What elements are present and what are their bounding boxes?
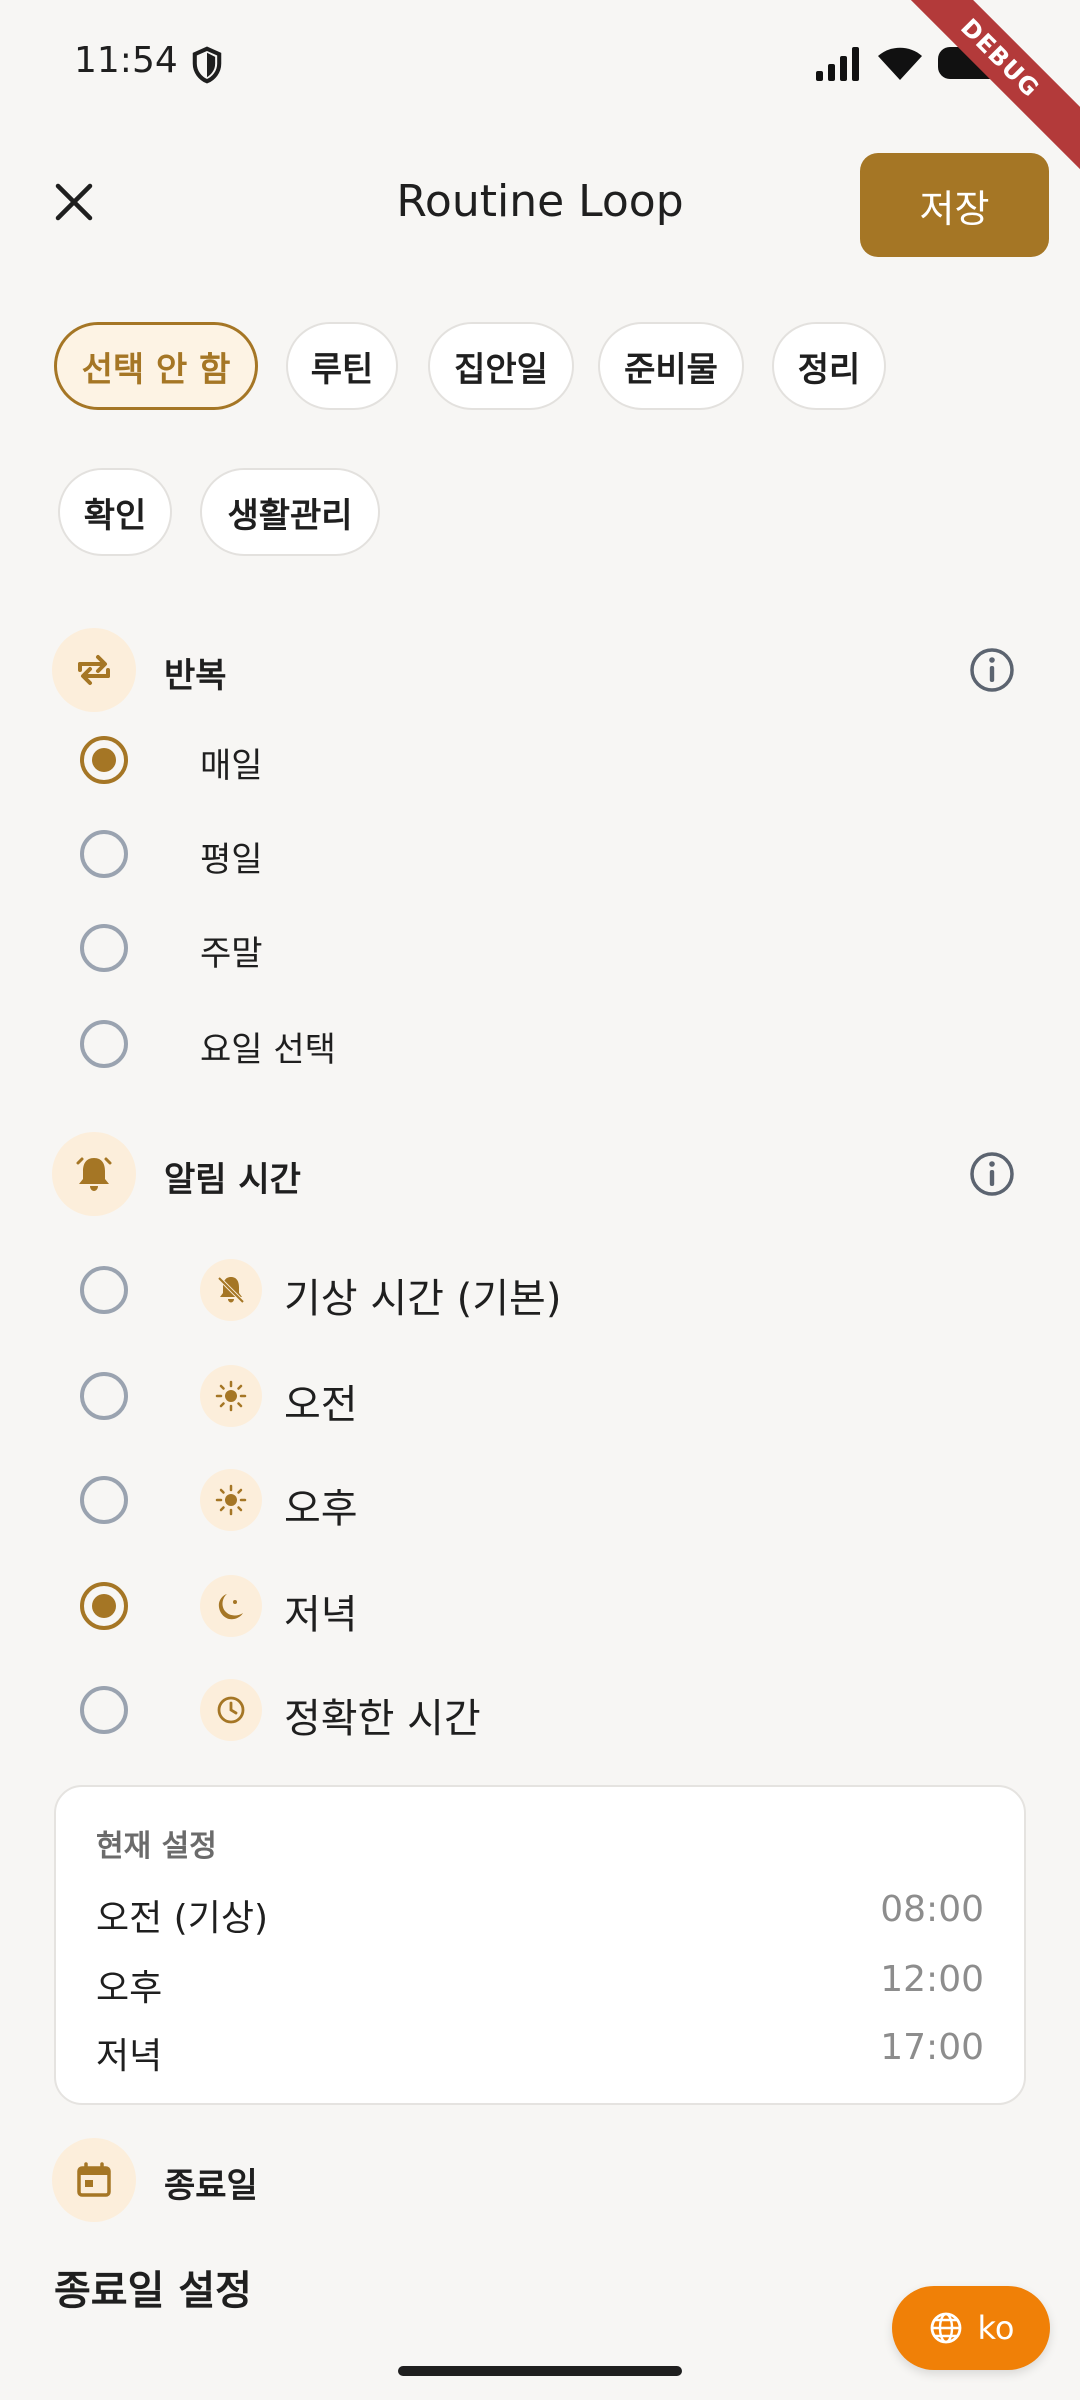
setting-row-label: 오전 (기상) — [96, 1898, 269, 1939]
language-button[interactable]: ko — [892, 2286, 1050, 2370]
calendar-icon — [77, 2162, 111, 2197]
radio-button[interactable] — [80, 1686, 128, 1734]
alarm-option-label: 저녁 — [284, 1592, 358, 1638]
alarm-option-icon — [200, 1679, 262, 1741]
repeat-option-select-days[interactable] — [80, 1020, 128, 1068]
status-time: 11:54 — [74, 40, 178, 81]
radio-button[interactable] — [80, 1476, 128, 1524]
home-indicator[interactable] — [398, 2366, 682, 2376]
alarm-option-exact-time[interactable] — [80, 1686, 128, 1734]
setting-row-label: 저녁 — [96, 2036, 163, 2077]
end-date-setting-title[interactable]: 종료일 설정 — [54, 2258, 252, 2316]
repeat-option-weekdays[interactable] — [80, 830, 128, 878]
alarm-option-afternoon[interactable] — [80, 1476, 128, 1524]
setting-row-time: 08:00 — [880, 1889, 984, 1930]
repeat-section-title: 반복 — [164, 656, 227, 696]
repeat-option-label: 매일 — [200, 746, 263, 786]
chip-life-management[interactable]: 생활관리 — [200, 468, 380, 556]
signal-icon — [816, 47, 859, 81]
shield-icon — [192, 46, 222, 84]
save-button[interactable]: 저장 — [860, 153, 1049, 257]
card-title: 현재 설정 — [96, 1829, 217, 1864]
sun-icon — [215, 1380, 247, 1412]
repeat-option-daily[interactable] — [80, 736, 128, 784]
alarm-option-label: 오전 — [284, 1382, 358, 1428]
alarm-option-icon — [200, 1365, 262, 1427]
alarm-option-label: 오후 — [284, 1486, 358, 1532]
repeat-section-icon — [52, 628, 136, 712]
chip-routine[interactable]: 루틴 — [286, 322, 398, 410]
chip-check[interactable]: 확인 — [58, 468, 172, 556]
bell-icon — [76, 1157, 112, 1191]
radio-button[interactable] — [80, 736, 128, 784]
chip-housework[interactable]: 집안일 — [428, 322, 574, 410]
setting-row-label: 오후 — [96, 1968, 163, 2009]
alarm-section-title: 알림 시간 — [164, 1160, 301, 1200]
radio-button[interactable] — [80, 1372, 128, 1420]
moon-icon — [218, 1594, 243, 1620]
radio-button[interactable] — [80, 1020, 128, 1068]
end-date-section-title: 종료일 — [164, 2166, 258, 2206]
repeat-option-label: 주말 — [200, 934, 263, 974]
end-date-section-icon — [52, 2138, 136, 2222]
bell-off-icon — [217, 1276, 245, 1304]
repeat-option-label: 평일 — [200, 840, 263, 880]
radio-button[interactable] — [80, 830, 128, 878]
alarm-option-icon — [200, 1575, 262, 1637]
setting-row-time: 17:00 — [880, 2027, 984, 2068]
repeat-option-weekend[interactable] — [80, 924, 128, 972]
alarm-option-label: 정확한 시간 — [284, 1696, 481, 1742]
radio-button[interactable] — [80, 1582, 128, 1630]
current-settings-card: 현재 설정 오전 (기상) 08:00 오후 12:00 저녁 17:00 — [54, 1785, 1026, 2105]
repeat-option-label: 요일 선택 — [200, 1030, 336, 1070]
chip-supplies[interactable]: 준비물 — [598, 322, 744, 410]
language-label: ko — [977, 2309, 1015, 2347]
setting-row-time: 12:00 — [880, 1959, 984, 2000]
chip-none[interactable]: 선택 안 함 — [54, 322, 258, 410]
radio-button[interactable] — [80, 1266, 128, 1314]
repeat-icon — [78, 655, 110, 685]
info-icon[interactable] — [968, 646, 1016, 694]
clock-icon — [217, 1696, 245, 1724]
chip-organize[interactable]: 정리 — [772, 322, 886, 410]
info-icon[interactable] — [968, 1150, 1016, 1198]
globe-icon — [930, 2312, 961, 2344]
alarm-option-icon — [200, 1469, 262, 1531]
alarm-option-icon — [200, 1259, 262, 1321]
wifi-icon — [878, 47, 922, 80]
alarm-option-wake[interactable] — [80, 1266, 128, 1314]
alarm-option-label: 기상 시간 (기본) — [284, 1276, 562, 1322]
radio-button[interactable] — [80, 924, 128, 972]
alarm-option-evening[interactable] — [80, 1582, 128, 1630]
alarm-option-morning[interactable] — [80, 1372, 128, 1420]
alarm-section-icon — [52, 1132, 136, 1216]
sun-icon — [215, 1484, 247, 1516]
